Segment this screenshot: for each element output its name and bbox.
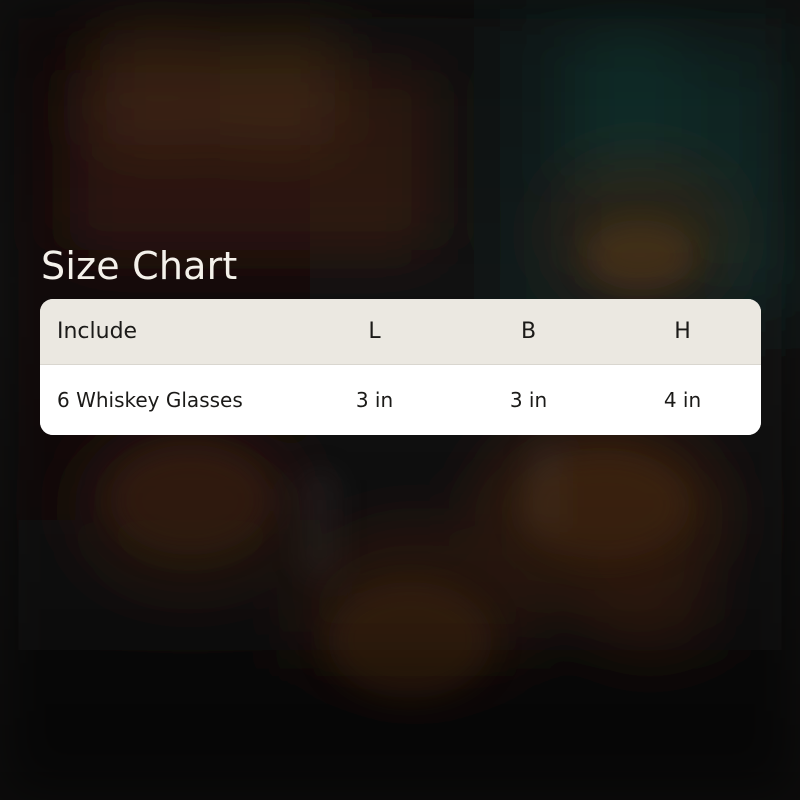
header-breadth: B (520, 319, 537, 344)
row-include-cell: 6 Whiskey Glasses (57, 388, 243, 412)
row-length-cell: 3 in (355, 388, 394, 412)
table-row: 6 Whiskey Glasses 3 in 3 in 4 in (40, 365, 761, 435)
header-length: L (368, 319, 381, 344)
row-breadth-cell: 3 in (509, 388, 548, 412)
row-height-cell: 4 in (663, 388, 702, 412)
header-include: Include (57, 319, 138, 344)
size-chart-title: Size Chart (41, 244, 238, 288)
size-chart-table: Include L B H 6 Whiskey Glasses 3 in 3 i… (40, 299, 761, 435)
header-height: H (674, 319, 691, 344)
table-header-row: Include L B H (40, 299, 761, 365)
